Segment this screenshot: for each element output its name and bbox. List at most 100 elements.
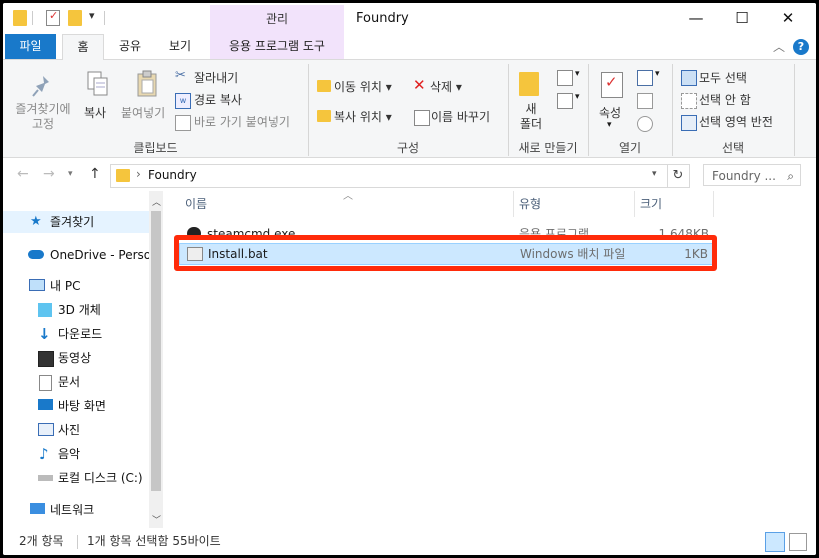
delete-label: 삭제 bbox=[430, 80, 453, 94]
ribbon: 즐겨찾기에 고정 복사 붙여넣기 ✂ 잘라내기 w 경로 복사 바로 가기 붙여… bbox=[3, 60, 816, 158]
tab-home[interactable]: 홈 bbox=[62, 34, 104, 60]
delete-button[interactable]: 삭제 ▾ bbox=[430, 78, 462, 95]
open-icon[interactable] bbox=[637, 70, 653, 86]
select-none-button[interactable]: 선택 안 함 bbox=[699, 91, 751, 108]
paste-button[interactable]: 붙여넣기 bbox=[121, 104, 165, 121]
properties-dropdown-icon[interactable]: ▾ bbox=[607, 120, 612, 130]
divider bbox=[634, 191, 635, 217]
scroll-thumb[interactable] bbox=[151, 211, 161, 491]
ribbon-tabs: 파일 홈 공유 보기 응용 프로그램 도구 ︿ ? bbox=[3, 34, 816, 60]
details-view-icon[interactable] bbox=[765, 532, 785, 552]
refresh-button[interactable]: ↻ bbox=[667, 164, 690, 188]
tab-file[interactable]: 파일 bbox=[5, 34, 56, 59]
new-folder-label-2: 폴더 bbox=[519, 117, 543, 131]
maximize-button[interactable]: ☐ bbox=[719, 3, 765, 34]
address-dropdown-icon[interactable]: ▾ bbox=[652, 169, 657, 179]
window-title: Foundry bbox=[356, 11, 409, 26]
column-header-size[interactable]: 크기 bbox=[640, 195, 662, 212]
divider bbox=[794, 64, 795, 156]
new-folder-qa-icon[interactable] bbox=[68, 10, 82, 26]
edit-icon[interactable] bbox=[637, 93, 653, 109]
divider bbox=[32, 11, 33, 25]
qa-dropdown-icon[interactable]: ▾ bbox=[89, 9, 95, 22]
rename-button[interactable]: 이름 바꾸기 bbox=[431, 108, 490, 125]
select-all-button[interactable]: 모두 선택 bbox=[699, 69, 747, 86]
properties-icon: ✓ bbox=[601, 72, 623, 98]
move-to-icon bbox=[317, 80, 331, 92]
close-button[interactable]: ✕ bbox=[765, 3, 811, 34]
folder-icon bbox=[13, 10, 27, 26]
address-bar[interactable]: › Foundry ▾ bbox=[110, 164, 668, 188]
paste-shortcut-button[interactable]: 바로 가기 붙여넣기 bbox=[194, 113, 290, 130]
nav-label: 음악 bbox=[58, 447, 81, 461]
back-button[interactable]: ← bbox=[17, 166, 29, 182]
copy-path-icon: w bbox=[175, 93, 191, 109]
nav-label: 3D 개체 bbox=[58, 303, 101, 317]
address-row: ← → ▾ ↑ › Foundry ▾ ↻ Foundry ... ⌕ bbox=[3, 160, 816, 190]
desktop-icon bbox=[38, 399, 53, 410]
rename-icon bbox=[414, 110, 430, 126]
new-item-icon[interactable] bbox=[557, 70, 573, 86]
properties-button[interactable]: 속성 bbox=[599, 104, 621, 121]
scroll-down-icon[interactable]: ﹀ bbox=[152, 513, 161, 526]
copy-to-button[interactable]: 복사 위치 ▾ bbox=[334, 108, 392, 125]
scroll-up-icon[interactable]: ︿ bbox=[152, 195, 161, 208]
nav-item-quick-access[interactable]: ★ 즐겨찾기 bbox=[3, 211, 149, 233]
title-bar: ✓ ▾ 관리 Foundry — ☐ ✕ bbox=[3, 3, 816, 34]
computer-icon bbox=[29, 279, 45, 291]
open-group-label: 열기 bbox=[618, 141, 642, 155]
new-folder-icon bbox=[519, 72, 539, 96]
cut-button[interactable]: 잘라내기 bbox=[194, 69, 238, 86]
new-item-dropdown-icon[interactable]: ▾ bbox=[575, 69, 580, 79]
recent-locations-icon[interactable]: ▾ bbox=[68, 169, 73, 179]
music-note-icon: ♪ bbox=[39, 445, 49, 463]
open-dropdown-icon[interactable]: ▾ bbox=[655, 69, 660, 79]
easy-access-dropdown-icon[interactable]: ▾ bbox=[575, 92, 580, 102]
nav-label: 로컬 디스크 (C:) bbox=[58, 471, 143, 485]
move-to-button[interactable]: 이동 위치 ▾ bbox=[334, 78, 392, 95]
nav-scrollbar[interactable]: ︿ ﹀ bbox=[149, 191, 163, 528]
tab-view[interactable]: 보기 bbox=[158, 34, 202, 59]
cube-icon bbox=[38, 303, 52, 317]
divider bbox=[77, 535, 78, 549]
film-icon bbox=[38, 351, 54, 367]
help-icon[interactable]: ? bbox=[793, 39, 809, 55]
divider bbox=[713, 191, 714, 217]
copy-button[interactable]: 복사 bbox=[84, 104, 106, 121]
copy-path-button[interactable]: 경로 복사 bbox=[194, 91, 242, 108]
breadcrumb-foundry[interactable]: Foundry bbox=[148, 168, 197, 182]
properties-qa-icon[interactable]: ✓ bbox=[46, 9, 60, 26]
up-button[interactable]: ↑ bbox=[89, 166, 101, 182]
move-to-label: 이동 위치 bbox=[334, 80, 382, 94]
history-icon[interactable] bbox=[637, 116, 653, 132]
invert-selection-button[interactable]: 선택 영역 반전 bbox=[699, 113, 773, 130]
paste-shortcut-icon bbox=[175, 115, 191, 131]
nav-label: 네트워크 bbox=[50, 503, 95, 517]
nav-label: 즐겨찾기 bbox=[50, 215, 95, 229]
paste-icon bbox=[135, 70, 159, 100]
large-icons-view-icon[interactable] bbox=[789, 533, 807, 551]
cloud-icon bbox=[28, 250, 44, 259]
column-header-type[interactable]: 유형 bbox=[519, 195, 541, 212]
easy-access-icon[interactable] bbox=[557, 93, 573, 109]
pin-to-quick-access-button[interactable]: 즐겨찾기에 고정 bbox=[10, 102, 76, 132]
organize-group-label: 구성 bbox=[396, 141, 420, 155]
forward-button[interactable]: → bbox=[43, 166, 55, 182]
pin-icon bbox=[32, 74, 54, 98]
new-folder-button[interactable]: 새 폴더 bbox=[517, 102, 545, 132]
search-input[interactable]: Foundry ... ⌕ bbox=[703, 164, 801, 186]
nav-label: 동영상 bbox=[58, 351, 92, 365]
new-group-label: 새로 만들기 bbox=[518, 141, 578, 155]
column-header-name[interactable]: 이름 bbox=[185, 195, 207, 212]
nav-label: OneDrive - Persor bbox=[50, 248, 157, 262]
star-icon: ★ bbox=[30, 214, 42, 229]
minimize-button[interactable]: — bbox=[673, 3, 719, 34]
divider bbox=[513, 191, 514, 217]
tab-app-tools[interactable]: 응용 프로그램 도구 bbox=[210, 34, 344, 59]
collapse-ribbon-icon[interactable]: ︿ bbox=[773, 38, 785, 55]
picture-icon bbox=[38, 423, 54, 436]
divider bbox=[104, 11, 105, 25]
tab-share[interactable]: 공유 bbox=[108, 34, 152, 59]
annotation-highlight-box bbox=[174, 235, 717, 271]
nav-label: 내 PC bbox=[50, 279, 81, 293]
